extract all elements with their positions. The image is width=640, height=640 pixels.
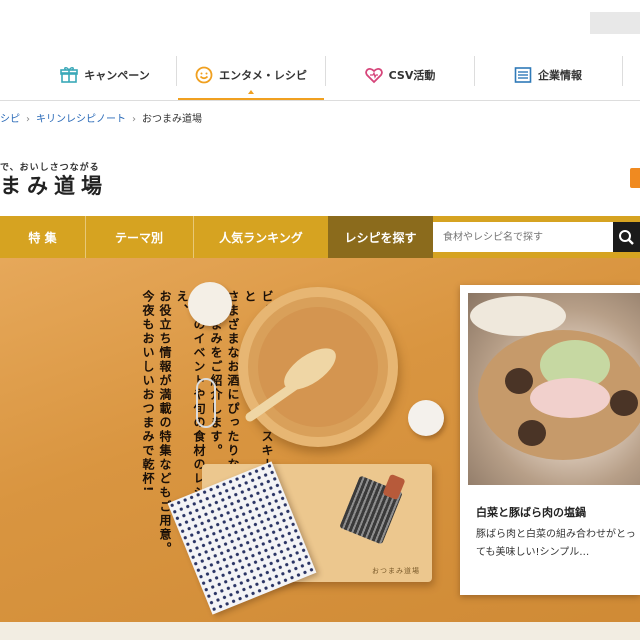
- smile-icon: [195, 66, 213, 84]
- bottle-opener-illustration: [196, 378, 216, 428]
- nav-label-entertainment: エンタメ・レシピ: [219, 69, 307, 82]
- heart-icon: [364, 66, 383, 84]
- mushroom-image: [610, 390, 638, 416]
- active-caret-icon: [248, 90, 254, 94]
- hero-line: お役立ち情報が満載の特集などもご用意。: [158, 290, 172, 556]
- featured-recipe-description: 豚ばら肉と白菜の組み合わせがとっても美味しい!シンプル…: [476, 529, 636, 558]
- breadcrumb-separator-icon: ›: [132, 114, 136, 125]
- tab-search-recipes[interactable]: レシピを探す: [328, 216, 433, 258]
- pitcher-illustration: [408, 400, 444, 436]
- nav-divider: [474, 56, 475, 86]
- nav-divider: [622, 56, 623, 86]
- tab-features[interactable]: 特 集: [0, 216, 85, 258]
- utility-box[interactable]: [590, 12, 640, 34]
- search-icon: [619, 230, 634, 245]
- nav-item-campaign[interactable]: キャンペーン: [40, 50, 170, 100]
- tab-themes[interactable]: テーマ別: [86, 216, 192, 258]
- nav-item-entertainment[interactable]: エンタメ・レシピ: [178, 50, 324, 100]
- breadcrumb-current: おつまみ道場: [142, 114, 202, 125]
- building-icon: [514, 66, 532, 84]
- breadcrumb-recipe-link[interactable]: シピ: [0, 114, 20, 125]
- site-logo[interactable]: まみ道場: [0, 170, 108, 200]
- nav-divider: [176, 56, 177, 86]
- nav-item-company[interactable]: 企業情報: [480, 50, 616, 100]
- page-bottom-edge: [0, 622, 640, 640]
- egg-illustration: [188, 282, 232, 326]
- mushroom-image: [518, 420, 546, 446]
- hero-line: 今夜もおいしいおつまみで乾杯!: [141, 290, 155, 494]
- recipe-search-input[interactable]: [433, 222, 613, 252]
- mushroom-image: [505, 368, 533, 394]
- book-icon[interactable]: [630, 168, 640, 188]
- nav-label-company: 企業情報: [538, 69, 582, 82]
- search-button[interactable]: [613, 222, 640, 252]
- global-nav: キャンペーン エンタメ・レシピ CSV活動 企業情報: [0, 50, 640, 101]
- breadcrumb-separator-icon: ›: [26, 114, 30, 125]
- pork-image: [530, 378, 610, 418]
- gift-icon: [60, 66, 79, 84]
- nav-item-csv[interactable]: CSV活動: [330, 50, 470, 100]
- tab-ranking[interactable]: 人気ランキング: [194, 216, 328, 258]
- featured-recipe-title[interactable]: 白菜と豚ばら肉の塩鍋: [476, 504, 586, 520]
- board-label: おつまみ道場: [372, 567, 420, 575]
- nav-divider: [325, 56, 326, 86]
- nav-label-campaign: キャンペーン: [84, 69, 150, 82]
- breadcrumb-recipenote-link[interactable]: キリンレシピノート: [36, 114, 126, 125]
- breadcrumb: シピ › キリンレシピノート › おつまみ道場: [0, 110, 202, 125]
- nav-label-csv: CSV活動: [388, 69, 436, 82]
